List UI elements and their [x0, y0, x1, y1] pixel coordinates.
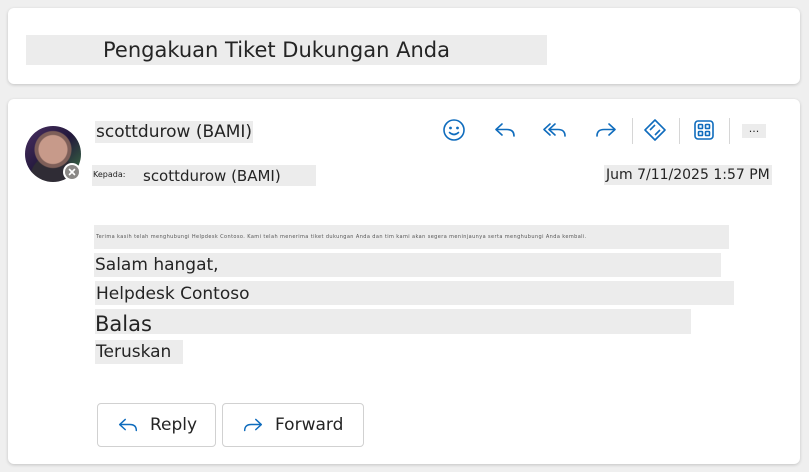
recipient-value[interactable]: scottdurow (BAMI): [143, 166, 281, 186]
teruskan-text: Teruskan: [96, 342, 172, 362]
forward-icon[interactable]: [592, 116, 620, 144]
forward-button[interactable]: Forward: [222, 403, 364, 447]
toolbar-separator: [679, 118, 680, 144]
toolbar-separator: [632, 118, 633, 144]
balas-highlight: [95, 309, 691, 334]
reply-icon: [116, 413, 140, 437]
copilot-icon[interactable]: [641, 116, 669, 144]
forward-icon: [241, 413, 265, 437]
reply-button-label: Reply: [150, 415, 198, 435]
message-card: scottdurow (BAMI) Kepada: scottdurow (BA…: [8, 99, 800, 464]
greeting-text: Salam hangat,: [95, 255, 219, 275]
blocked-icon: [65, 165, 79, 179]
forward-button-label: Forward: [275, 415, 344, 435]
balas-text: Balas: [95, 312, 152, 336]
recipient-label: Kepada:: [93, 170, 126, 179]
reply-icon[interactable]: [491, 116, 519, 144]
sender-name[interactable]: scottdurow (BAMI): [95, 121, 254, 143]
presence-badge: [63, 163, 81, 181]
emoji-icon[interactable]: [440, 116, 468, 144]
sent-date: Jum 7/11/2025 1:57 PM: [604, 165, 772, 185]
signature-text: Helpdesk Contoso: [96, 284, 250, 304]
toolbar-separator: [729, 118, 730, 144]
reply-button[interactable]: Reply: [97, 403, 216, 447]
reply-all-icon[interactable]: [541, 116, 569, 144]
email-subject: Pengakuan Tiket Dukungan Anda: [103, 38, 450, 62]
body-intro-text: Terima kasih telah menghubungi Helpdesk …: [96, 234, 587, 240]
subject-card: Pengakuan Tiket Dukungan Anda: [8, 8, 800, 84]
apps-icon[interactable]: [690, 116, 718, 144]
more-options-button[interactable]: ...: [742, 123, 766, 138]
